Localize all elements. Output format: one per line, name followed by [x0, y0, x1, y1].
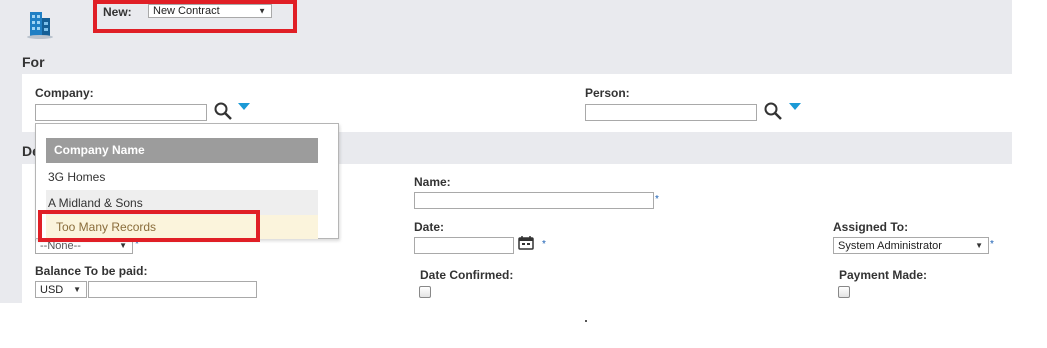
person-label: Person: [585, 86, 630, 100]
person-lookup-dropdown-icon[interactable] [789, 103, 801, 110]
date-confirmed-checkbox[interactable] [419, 286, 431, 298]
balance-label: Balance To be paid: [35, 264, 148, 278]
highlight-box-too-many-records [38, 210, 260, 242]
date-input[interactable] [414, 237, 514, 254]
chevron-down-icon: ▼ [975, 240, 983, 250]
date-label: Date: [414, 220, 445, 234]
building-icon [24, 9, 56, 39]
highlight-box-new [93, 0, 297, 33]
assigned-to-required-marker: * [990, 239, 994, 250]
payment-made-checkbox[interactable] [838, 286, 850, 298]
company-name-header: Company Name [46, 138, 318, 163]
company-lookup-dropdown-icon[interactable] [238, 103, 250, 110]
date-confirmed-label: Date Confirmed: [420, 268, 514, 282]
balance-input[interactable] [88, 281, 257, 298]
company-input[interactable] [35, 104, 207, 121]
assigned-to-label: Assigned To: [833, 220, 909, 234]
stray-dot [585, 320, 587, 322]
calendar-icon[interactable] [518, 236, 534, 250]
chevron-down-icon: ▼ [73, 284, 81, 294]
date-required-marker: * [542, 239, 546, 250]
name-input[interactable] [414, 192, 654, 209]
payment-made-label: Payment Made: [839, 268, 928, 282]
person-search-icon[interactable] [763, 101, 783, 121]
company-search-icon[interactable] [213, 101, 233, 121]
name-label: Name: [414, 175, 451, 189]
assigned-to-select-value: System Administrator [838, 240, 942, 252]
company-option[interactable]: 3G Homes [46, 164, 318, 190]
person-input[interactable] [585, 104, 757, 121]
currency-select[interactable]: USD ▼ [35, 281, 87, 298]
assigned-to-select[interactable]: System Administrator ▼ [833, 237, 989, 254]
section-title-for: For [22, 54, 45, 70]
name-required-marker: * [655, 194, 659, 205]
company-label: Company: [35, 86, 94, 100]
currency-select-value: USD [40, 284, 64, 296]
